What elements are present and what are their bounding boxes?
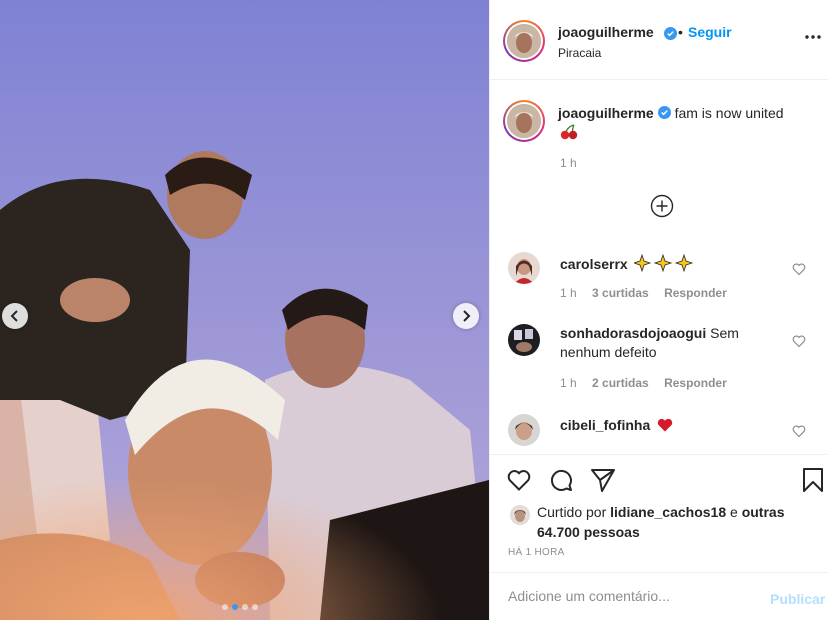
reply-button[interactable]: Responder	[664, 376, 727, 390]
share-send-icon[interactable]	[590, 467, 616, 493]
caption-avatar-image	[507, 104, 541, 138]
heart-outline-icon[interactable]	[792, 334, 806, 348]
comment-meta: 1 h 3 curtidas Responder	[560, 286, 739, 300]
carousel-indicator	[222, 604, 258, 610]
caption-username[interactable]: joaoguilherme	[558, 105, 654, 121]
commenter-avatar[interactable]	[508, 414, 540, 446]
sparkles-emoji-icon	[632, 253, 693, 273]
separator-dot: •	[678, 24, 683, 40]
carousel-dot-active	[232, 604, 238, 610]
carousel-dot	[222, 604, 228, 610]
liked-by-prefix: Curtido por	[537, 504, 607, 520]
comment-body: carolserrx	[560, 253, 790, 274]
comment-meta: 1 h 2 curtidas Responder	[560, 376, 739, 390]
comment-item: cibeli_fofinha	[490, 412, 828, 454]
comment-time: 1 h	[560, 286, 577, 300]
previous-photo-button[interactable]	[2, 303, 28, 329]
commenter-avatar[interactable]	[508, 324, 540, 356]
reply-button[interactable]: Responder	[664, 286, 727, 300]
comment-username[interactable]: carolserrx	[560, 256, 628, 272]
next-photo-button[interactable]	[453, 303, 479, 329]
publish-button[interactable]: Publicar	[770, 591, 825, 607]
liker-avatar[interactable]	[510, 505, 530, 525]
commenter-avatar-image	[508, 252, 540, 284]
carousel-dot	[242, 604, 248, 610]
like-heart-icon[interactable]	[506, 467, 532, 493]
cherries-emoji-icon	[560, 124, 578, 140]
caption-author-avatar[interactable]	[503, 100, 545, 142]
group-photo-image	[0, 0, 489, 620]
author-avatar[interactable]	[503, 20, 545, 62]
comment-bubble-icon[interactable]	[548, 467, 574, 493]
comment-username[interactable]: cibeli_fofinha	[560, 417, 650, 433]
save-bookmark-icon[interactable]	[800, 467, 826, 493]
verified-badge-icon	[657, 106, 671, 119]
commenter-avatar[interactable]	[508, 252, 540, 284]
heart-outline-icon[interactable]	[792, 262, 806, 276]
liked-by-user[interactable]: lidiane_cachos18	[610, 504, 726, 520]
liked-by-connector: e	[730, 504, 738, 520]
load-more-comments-icon[interactable]	[650, 194, 674, 218]
follow-button[interactable]: Seguir	[688, 24, 732, 40]
comment-username[interactable]: sonhadorasdojoaogui	[560, 325, 706, 341]
caption-text-block: joaoguilherme fam is now united	[558, 104, 818, 123]
comment-body: sonhadorasdojoaogui Sem nenhum defeito	[560, 324, 790, 362]
comment-input[interactable]	[508, 588, 738, 604]
post-photo[interactable]	[0, 0, 489, 620]
caption-timestamp: 1 h	[560, 156, 577, 170]
add-comment-bar: Publicar	[490, 572, 828, 620]
author-avatar-image	[507, 24, 541, 58]
red-heart-emoji-icon	[657, 418, 673, 432]
chevron-right-icon	[463, 310, 471, 322]
liker-avatar-image	[510, 505, 530, 525]
post-side-panel: joaoguilherme • Seguir Piracaia joaoguil…	[489, 0, 828, 620]
heart-outline-icon[interactable]	[792, 424, 806, 438]
chevron-left-icon	[10, 310, 18, 322]
caption-text: fam is now united	[674, 105, 784, 121]
comment-likes-count[interactable]: 2 curtidas	[592, 376, 649, 390]
author-username[interactable]: joaoguilherme	[558, 24, 654, 40]
liked-by-summary: Curtido por lidiane_cachos18 e outras 64…	[537, 502, 817, 542]
post-header: joaoguilherme • Seguir Piracaia	[490, 0, 828, 80]
post-actions: Curtido por lidiane_cachos18 e outras 64…	[490, 454, 828, 572]
more-options-icon[interactable]	[804, 34, 822, 40]
verified-badge-icon	[664, 27, 677, 40]
carousel-dot	[252, 604, 258, 610]
commenter-avatar-image	[508, 324, 540, 356]
post-time-ago[interactable]: HÁ 1 HORA	[508, 547, 565, 558]
comment-body: cibeli_fofinha	[560, 416, 790, 435]
post-location[interactable]: Piracaia	[558, 46, 601, 60]
comment-time: 1 h	[560, 376, 577, 390]
commenter-avatar-image	[508, 414, 540, 446]
comment-likes-count[interactable]: 3 curtidas	[592, 286, 649, 300]
